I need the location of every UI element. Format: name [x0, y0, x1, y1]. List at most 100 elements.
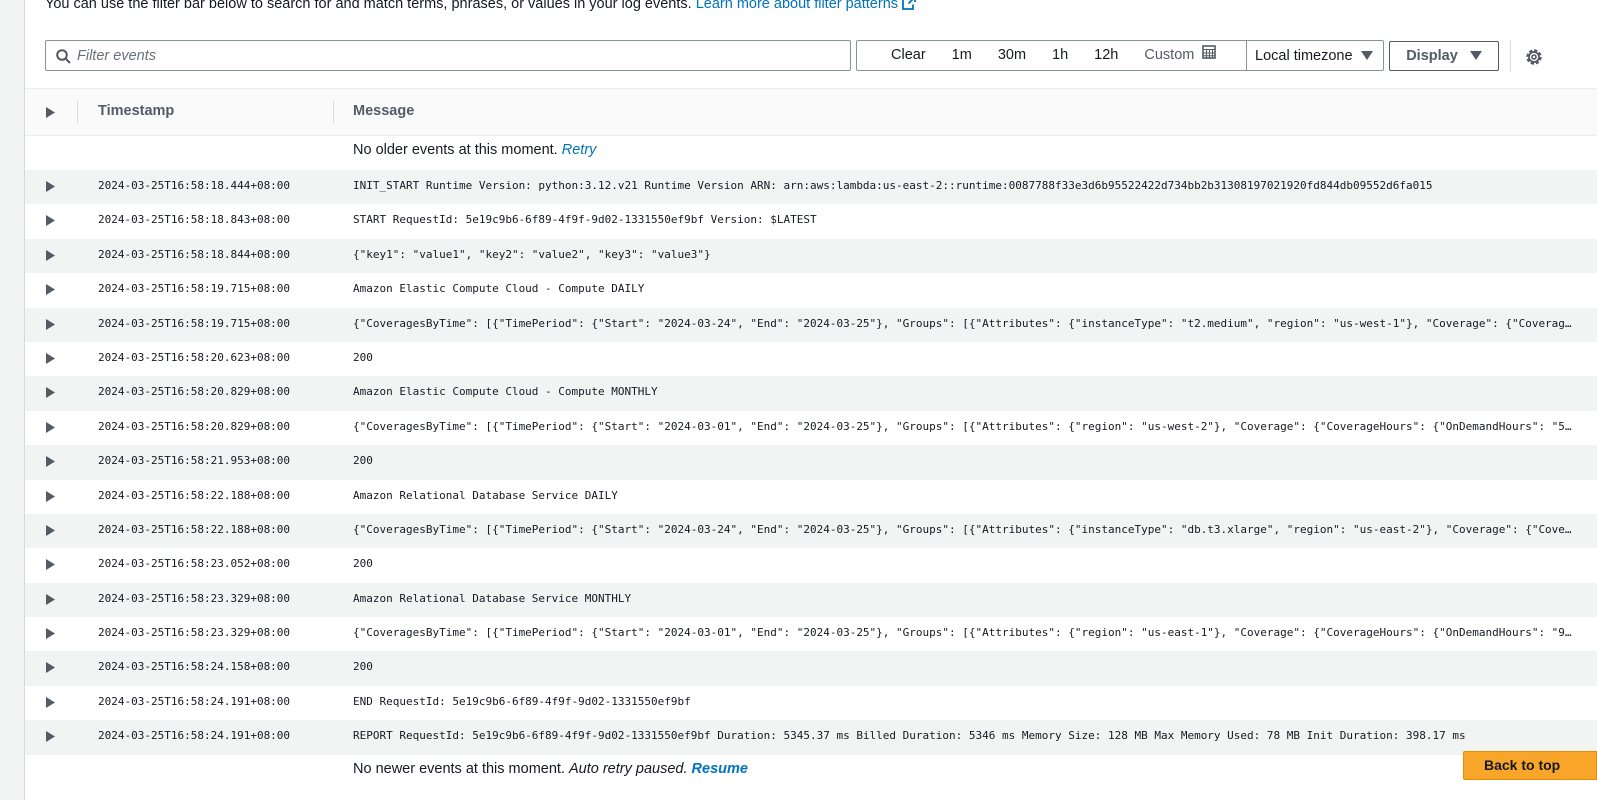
range-option-1m[interactable]: 1m: [939, 41, 985, 70]
clear-range-button[interactable]: Clear: [878, 41, 939, 70]
expand-caret-icon[interactable]: [46, 351, 55, 369]
toolbar-divider: [1510, 40, 1511, 72]
settings-gear-icon[interactable]: [1523, 46, 1545, 73]
event-message: Amazon Relational Database Service DAILY: [353, 488, 618, 502]
filter-events-input[interactable]: [77, 43, 837, 68]
filter-patterns-link-label: Learn more about filter patterns: [695, 0, 899, 12]
newer-events-text: No newer events at this moment.: [353, 761, 565, 777]
table-row[interactable]: 2024-03-25T16:58:24.158+08:00 200: [25, 651, 1597, 686]
timestamp-column-header[interactable]: Timestamp: [98, 103, 174, 119]
event-message: {"CoveragesByTime": [{"TimePeriod": {"St…: [353, 419, 1572, 433]
range-option-30m[interactable]: 30m: [985, 41, 1039, 70]
auto-retry-status: Auto retry paused.: [569, 761, 688, 777]
table-row[interactable]: 2024-03-25T16:58:24.191+08:00 END Request…: [25, 686, 1597, 720]
table-row[interactable]: 2024-03-25T16:58:20.829+08:00 Amazon Elas…: [25, 376, 1597, 411]
expand-caret-icon[interactable]: [46, 489, 55, 507]
expand-caret-icon[interactable]: [46, 695, 55, 713]
event-message: 200: [353, 350, 373, 364]
older-events-notice: No older events at this moment. Retry: [353, 142, 596, 158]
event-timestamp: 2024-03-25T16:58:24.158+08:00: [98, 660, 291, 674]
expand-caret-icon[interactable]: [46, 592, 55, 610]
table-row[interactable]: 2024-03-25T16:58:19.715+08:00 {"Coverages…: [25, 307, 1597, 342]
timezone-select[interactable]: Local timezone: [1246, 41, 1383, 70]
event-timestamp: 2024-03-25T16:58:20.829+08:00: [98, 419, 291, 433]
column-divider: [333, 101, 334, 123]
caret-down-icon: [1469, 48, 1482, 64]
filter-events-field[interactable]: [45, 40, 851, 71]
table-row[interactable]: 2024-03-25T16:58:20.829+08:00 {"Coverages…: [25, 411, 1597, 445]
display-button-label: Display: [1406, 48, 1458, 64]
expand-caret-icon[interactable]: [46, 557, 55, 575]
event-message: {"CoveragesByTime": [{"TimePeriod": {"St…: [353, 626, 1572, 640]
event-timestamp: 2024-03-25T16:58:18.844+08:00: [98, 247, 291, 261]
event-message: {"CoveragesByTime": [{"TimePeriod": {"St…: [353, 522, 1572, 536]
retry-link[interactable]: Retry: [562, 142, 597, 158]
log-event-list: 2024-03-25T16:58:18.444+08:00 INIT_START …: [25, 170, 1597, 755]
message-column-header[interactable]: Message: [353, 103, 414, 119]
table-row[interactable]: 2024-03-25T16:58:18.444+08:00 INIT_START …: [25, 170, 1597, 205]
expand-caret-icon[interactable]: [46, 213, 55, 231]
expand-caret-icon[interactable]: [46, 626, 55, 644]
event-timestamp: 2024-03-25T16:58:18.444+08:00: [98, 179, 291, 192]
custom-range-label: Custom: [1144, 47, 1195, 63]
expand-caret-icon[interactable]: [46, 420, 55, 438]
filter-help-sentence: You can use the filter bar below to sear…: [45, 0, 692, 12]
expand-caret-icon[interactable]: [46, 248, 55, 266]
table-row[interactable]: 2024-03-25T16:58:18.844+08:00 {"key1": "v…: [25, 238, 1597, 274]
event-timestamp: 2024-03-25T16:58:24.191+08:00: [98, 694, 291, 708]
table-row[interactable]: 2024-03-25T16:58:23.329+08:00 Amazon Rela…: [25, 582, 1597, 618]
event-message: 200: [353, 660, 373, 674]
table-row[interactable]: 2024-03-25T16:58:22.188+08:00 {"Coverages…: [25, 513, 1597, 549]
event-message: Amazon Relational Database Service MONTH…: [353, 591, 632, 605]
expand-caret-icon[interactable]: [46, 179, 55, 197]
event-message: Amazon Elastic Compute Cloud - Compute D…: [353, 282, 645, 296]
display-button[interactable]: Display: [1389, 41, 1499, 71]
table-row[interactable]: 2024-03-25T16:58:19.715+08:00 Amazon Elas…: [25, 273, 1597, 307]
event-message: START RequestId: 5e19c9b6-6f89-4f9f-9d02…: [353, 213, 817, 227]
table-row[interactable]: 2024-03-25T16:58:24.191+08:00 REPORT Requ…: [25, 720, 1597, 755]
resume-link[interactable]: Resume: [692, 761, 748, 777]
expand-caret-icon[interactable]: [46, 317, 55, 335]
table-row[interactable]: 2024-03-25T16:58:22.188+08:00 Amazon Rela…: [25, 480, 1597, 514]
event-timestamp: 2024-03-25T16:58:24.191+08:00: [98, 729, 291, 743]
search-icon: [56, 49, 71, 69]
event-timestamp: 2024-03-25T16:58:18.843+08:00: [98, 213, 291, 227]
left-rail: [0, 0, 25, 800]
caret-down-icon: [1361, 48, 1373, 64]
table-row[interactable]: 2024-03-25T16:58:21.953+08:00 200: [25, 445, 1597, 480]
newer-events-notice: No newer events at this moment. Auto ret…: [353, 761, 748, 777]
table-row[interactable]: 2024-03-25T16:58:20.623+08:00 200: [25, 342, 1597, 376]
range-option-1h[interactable]: 1h: [1039, 41, 1081, 70]
event-message: REPORT RequestId: 5e19c9b6-6f89-4f9f-9d0…: [353, 729, 1466, 743]
table-row[interactable]: 2024-03-25T16:58:23.329+08:00 {"Coverages…: [25, 617, 1597, 651]
expand-caret-icon[interactable]: [46, 282, 55, 300]
event-timestamp: 2024-03-25T16:58:23.052+08:00: [98, 557, 291, 571]
timezone-label: Local timezone: [1255, 47, 1353, 64]
event-timestamp: 2024-03-25T16:58:23.329+08:00: [98, 591, 291, 605]
time-range-selector: Clear 1m 30m 1h 12h Custom Local timezon…: [856, 40, 1384, 71]
expand-caret-icon[interactable]: [46, 454, 55, 472]
back-to-top-button[interactable]: Back to top: [1463, 751, 1597, 780]
event-message: {"key1": "value1", "key2": "value2", "ke…: [353, 247, 711, 261]
event-message: {"CoveragesByTime": [{"TimePeriod": {"St…: [353, 316, 1572, 330]
table-row[interactable]: 2024-03-25T16:58:23.052+08:00 200: [25, 548, 1597, 582]
event-timestamp: 2024-03-25T16:58:19.715+08:00: [98, 316, 291, 330]
expand-all-icon[interactable]: [46, 105, 55, 123]
event-timestamp: 2024-03-25T16:58:20.829+08:00: [98, 385, 291, 399]
event-message: 200: [353, 454, 373, 468]
event-message: END RequestId: 5e19c9b6-6f89-4f9f-9d02-1…: [353, 694, 691, 708]
event-timestamp: 2024-03-25T16:58:20.623+08:00: [98, 350, 291, 364]
event-message: 200: [353, 557, 373, 571]
custom-range-button[interactable]: Custom: [1131, 41, 1228, 70]
table-row[interactable]: 2024-03-25T16:58:18.843+08:00 START Reque…: [25, 204, 1597, 238]
filter-help-text: You can use the filter bar below to sear…: [45, 0, 916, 14]
expand-caret-icon[interactable]: [46, 523, 55, 541]
filter-patterns-link[interactable]: Learn more about filter patterns: [696, 0, 916, 12]
expand-caret-icon[interactable]: [46, 729, 55, 747]
expand-caret-icon[interactable]: [46, 660, 55, 678]
expand-caret-icon[interactable]: [46, 385, 55, 403]
event-timestamp: 2024-03-25T16:58:22.188+08:00: [98, 522, 291, 536]
calendar-icon: [1202, 41, 1217, 70]
range-option-12h[interactable]: 12h: [1081, 41, 1131, 70]
event-message: Amazon Elastic Compute Cloud - Compute M…: [353, 385, 658, 399]
